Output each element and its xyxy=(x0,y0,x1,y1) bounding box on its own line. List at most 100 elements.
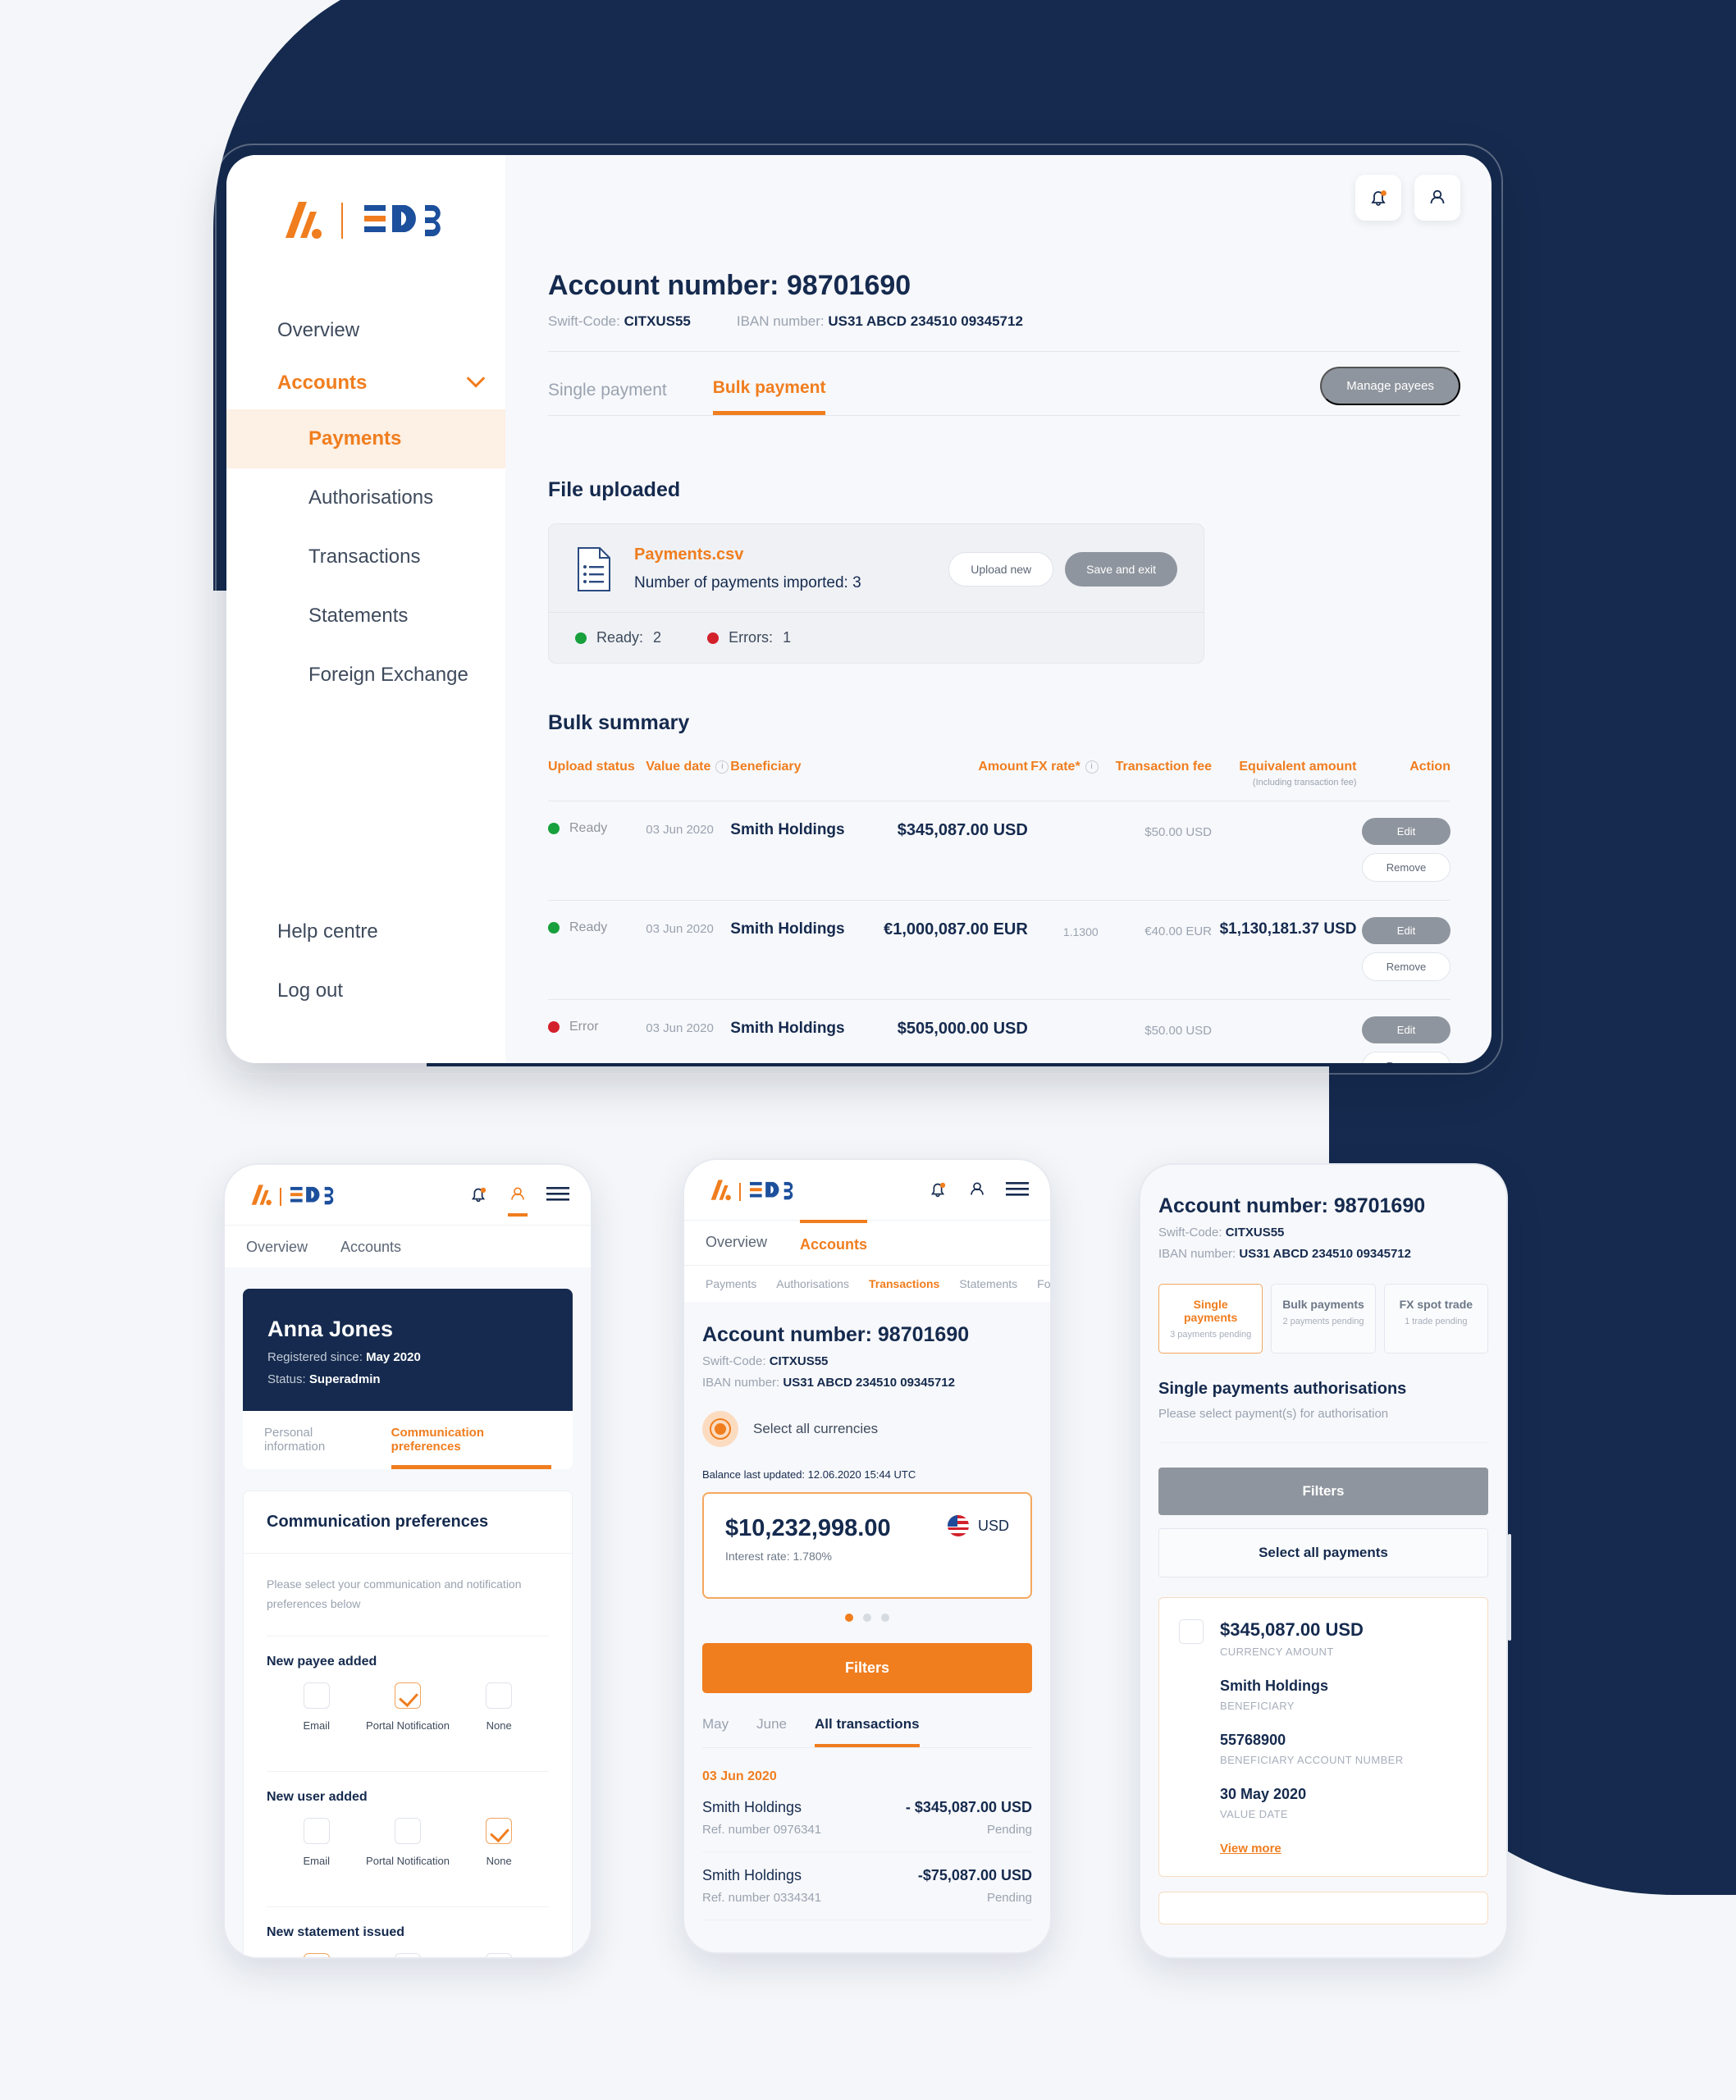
notifications-button[interactable] xyxy=(468,1184,489,1209)
filters-button[interactable]: Filters xyxy=(702,1643,1032,1693)
carousel-dot[interactable] xyxy=(863,1614,871,1622)
payment-value-date: 30 May 2020 xyxy=(1220,1786,1307,1802)
cell-value-date: 03 Jun 2020 xyxy=(646,922,714,936)
sidebar-item-help-centre[interactable]: Help centre xyxy=(226,902,505,961)
subtab-transactions[interactable]: Transactions xyxy=(869,1266,939,1302)
upload-new-button[interactable]: Upload new xyxy=(948,551,1054,587)
tab-june[interactable]: June xyxy=(756,1716,787,1747)
notifications-button[interactable] xyxy=(1355,175,1401,221)
sidebar: Overview Accounts Payments Authorisation… xyxy=(226,155,505,1063)
tab-personal-information[interactable]: Personal information xyxy=(264,1411,373,1469)
user-card-tabs: Personal information Communication prefe… xyxy=(243,1411,573,1469)
save-and-exit-button[interactable]: Save and exit xyxy=(1065,551,1177,587)
payment-details: $345,087.00 USD CURRENCY AMOUNT Smith Ho… xyxy=(1220,1619,1404,1856)
manage-payees-button[interactable]: Manage payees xyxy=(1320,367,1460,405)
table-row: Ready 03 Jun 2020 Smith Holdings $345,08… xyxy=(548,801,1450,900)
tab-overview[interactable]: Overview xyxy=(246,1226,308,1267)
edit-button[interactable]: Edit xyxy=(1361,1016,1450,1043)
subtab-payments[interactable]: Payments xyxy=(706,1266,756,1302)
checkbox-portal-notification[interactable] xyxy=(394,1682,421,1709)
phone-mockup-transactions: Overview Accounts Payments Authorisation… xyxy=(683,1158,1052,1954)
subtab-statements[interactable]: Statements xyxy=(959,1266,1017,1302)
ready-status: Ready: 2 xyxy=(575,629,661,646)
tab-single-payment[interactable]: Single payment xyxy=(548,372,667,413)
swift-value: CITXUS55 xyxy=(769,1354,829,1368)
remove-button[interactable]: Remove xyxy=(1361,952,1450,981)
preferences-hint: Please select your communication and not… xyxy=(267,1577,522,1610)
checkbox-none[interactable] xyxy=(486,1817,513,1844)
status-label: Status: xyxy=(267,1372,306,1386)
checkbox-portal-notification[interactable] xyxy=(394,1817,421,1844)
sidebar-footer: Help centre Log out xyxy=(226,902,505,1063)
carousel-dot[interactable] xyxy=(881,1614,889,1622)
segment-bulk-payments[interactable]: Bulk payments 2 payments pending xyxy=(1271,1284,1376,1354)
table-row: Ready 03 Jun 2020 Smith Holdings €1,000,… xyxy=(548,900,1450,999)
bulk-summary-heading: Bulk summary xyxy=(548,711,690,734)
tab-bulk-payment[interactable]: Bulk payment xyxy=(712,370,826,415)
checkbox-select-payment[interactable] xyxy=(1179,1619,1204,1644)
remove-button[interactable]: Remove xyxy=(1361,1052,1450,1063)
status-dot-green xyxy=(548,922,560,934)
transaction-date-heading: 03 Jun 2020 xyxy=(702,1769,777,1783)
list-item[interactable]: Smith Holdings -$75,087.00 USD Ref. numb… xyxy=(702,1852,1032,1920)
sidebar-item-label: Overview xyxy=(277,319,360,341)
select-all-currencies-row[interactable]: Select all currencies xyxy=(702,1411,1032,1447)
checkbox-none[interactable] xyxy=(486,1682,513,1709)
profile-button[interactable] xyxy=(507,1184,528,1217)
balance-card[interactable]: $10,232,998.00 Interest rate: 1.780% USD xyxy=(702,1492,1032,1599)
file-uploaded-top: Payments.csv Number of payments imported… xyxy=(549,524,1204,612)
cell-upload-status: Ready xyxy=(548,920,646,935)
sidebar-item-accounts[interactable]: Accounts xyxy=(226,357,505,409)
notifications-button[interactable] xyxy=(927,1179,948,1204)
transaction-name: Smith Holdings xyxy=(702,1799,802,1815)
file-uploaded-heading: File uploaded xyxy=(548,478,681,501)
checkbox-email[interactable] xyxy=(303,1817,330,1844)
radio-select-all-currencies[interactable] xyxy=(702,1411,738,1447)
sidebar-item-overview[interactable]: Overview xyxy=(226,304,505,357)
status-dot-green xyxy=(548,823,560,834)
filters-button[interactable]: Filters xyxy=(1158,1468,1488,1515)
carousel-dot[interactable] xyxy=(845,1614,853,1622)
view-more-link[interactable]: View more xyxy=(1220,1842,1281,1856)
cell-upload-status: Ready xyxy=(548,821,646,836)
hashed-bars-logo xyxy=(246,1183,272,1210)
sidebar-item-authorisations[interactable]: Authorisations xyxy=(226,468,505,527)
checkbox-email[interactable] xyxy=(303,1682,330,1709)
tab-overview[interactable]: Overview xyxy=(706,1221,767,1265)
menu-button[interactable] xyxy=(1006,1180,1029,1203)
checkbox-email[interactable] xyxy=(303,1952,330,1957)
profile-button[interactable] xyxy=(1414,175,1460,221)
tab-may[interactable]: May xyxy=(702,1716,729,1747)
sidebar-item-transactions[interactable]: Transactions xyxy=(226,527,505,587)
menu-button[interactable] xyxy=(546,1185,569,1208)
profile-button[interactable] xyxy=(966,1179,988,1204)
user-registered: Registered since: May 2020 xyxy=(267,1350,548,1364)
sidebar-item-label: Log out xyxy=(277,979,344,1002)
subtab-authorisations[interactable]: Authorisations xyxy=(776,1266,849,1302)
swift-code: Swift-Code: CITXUS55 xyxy=(548,313,691,330)
segment-subtitle: 1 trade pending xyxy=(1405,1317,1468,1326)
tab-accounts[interactable]: Accounts xyxy=(340,1226,401,1267)
checkbox-portal-notification[interactable] xyxy=(394,1952,421,1957)
info-icon[interactable]: i xyxy=(1085,760,1099,774)
checkbox-none[interactable] xyxy=(486,1952,513,1957)
tab-accounts[interactable]: Accounts xyxy=(800,1220,868,1265)
sidebar-item-payments[interactable]: Payments xyxy=(226,409,505,468)
edit-button[interactable]: Edit xyxy=(1361,818,1450,845)
select-all-payments-button[interactable]: Select all payments xyxy=(1158,1528,1488,1577)
subtab-foreign-exchange[interactable]: Foreig xyxy=(1037,1266,1050,1302)
sidebar-item-foreign-exchange[interactable]: Foreign Exchange xyxy=(226,646,505,705)
segment-single-payments[interactable]: Single payments 3 payments pending xyxy=(1158,1284,1263,1354)
remove-button[interactable]: Remove xyxy=(1361,853,1450,882)
segment-title: Single payments xyxy=(1183,1298,1238,1324)
select-all-currencies-label: Select all currencies xyxy=(753,1421,879,1436)
authorisation-payment-card-next[interactable] xyxy=(1158,1892,1488,1924)
edit-button[interactable]: Edit xyxy=(1361,917,1450,944)
segment-fx-spot-trade[interactable]: FX spot trade 1 trade pending xyxy=(1383,1284,1488,1354)
sidebar-item-log-out[interactable]: Log out xyxy=(226,961,505,1020)
list-item[interactable]: Smith Holdings - $345,087.00 USD Ref. nu… xyxy=(702,1784,1032,1852)
tab-all-transactions[interactable]: All transactions xyxy=(815,1716,920,1747)
info-icon[interactable]: i xyxy=(715,760,729,774)
sidebar-item-statements[interactable]: Statements xyxy=(226,587,505,646)
tab-communication-preferences[interactable]: Communication preferences xyxy=(391,1411,551,1469)
